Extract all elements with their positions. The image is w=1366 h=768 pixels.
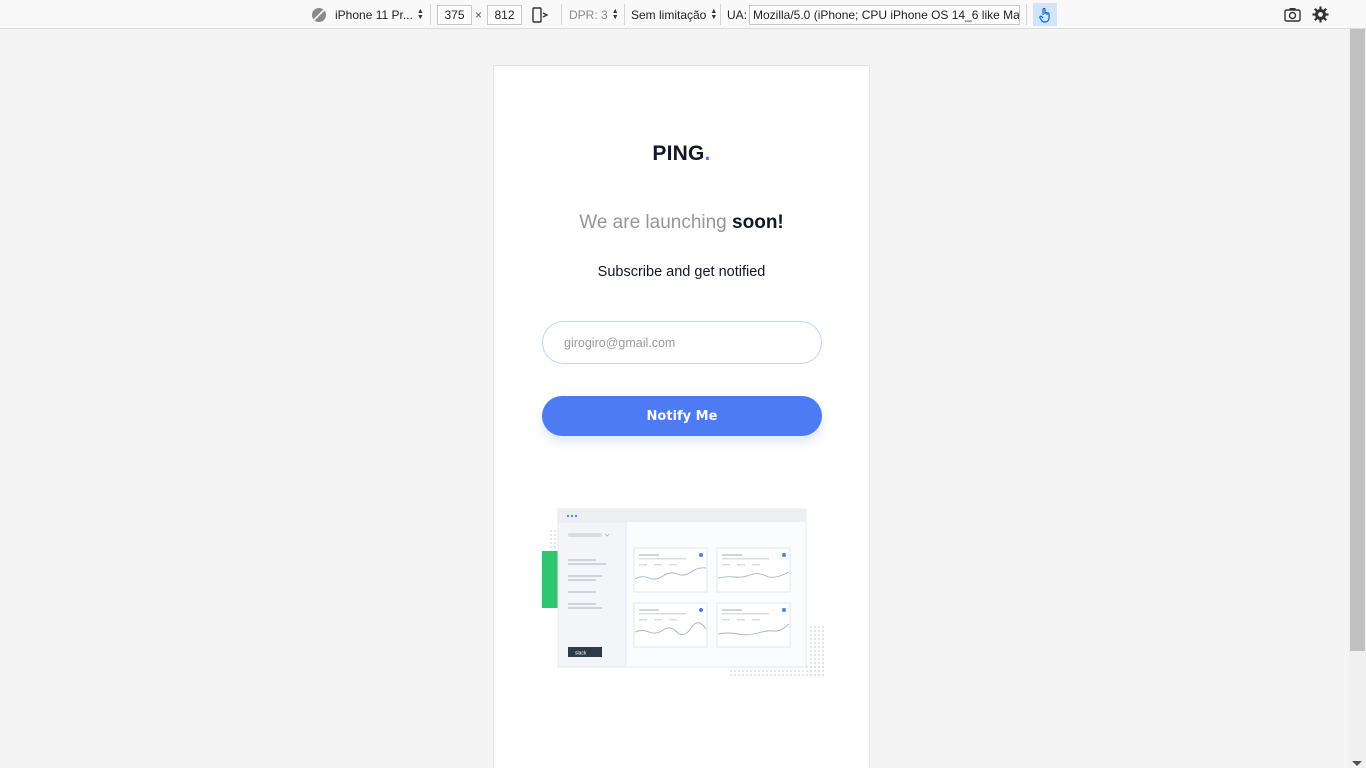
selector-arrows-icon: ▲ ▼ — [611, 7, 619, 21]
slack-brand-text: slack — [575, 651, 587, 657]
scroll-down-arrow-icon[interactable] — [1352, 761, 1362, 766]
headline-light: We are launching — [579, 212, 733, 233]
throttle-selector[interactable]: Sem limitação ▲ ▼ — [631, 0, 717, 29]
rotate-device-icon[interactable] — [530, 0, 550, 29]
card-3 — [633, 602, 708, 648]
user-agent-input[interactable]: Mozilla/5.0 (iPhone; CPU iPhone OS 14_6 … — [749, 4, 1020, 25]
email-input[interactable] — [542, 321, 822, 364]
notify-me-button[interactable]: Notify Me — [542, 396, 822, 436]
no-touch-icon[interactable] — [310, 0, 328, 29]
card-1 — [633, 547, 708, 593]
settings-gear-icon[interactable] — [1310, 0, 1330, 29]
dashboard-illustration: slack — [542, 508, 824, 678]
times-sign: × — [475, 7, 483, 22]
device-selector[interactable]: iPhone 11 Pr... ▲ ▼ — [335, 0, 424, 29]
device-name: iPhone 11 Pr... — [335, 7, 413, 22]
card-4 — [716, 602, 791, 648]
dpr-selector[interactable]: DPR: 3 ▲ ▼ — [569, 0, 619, 29]
touch-simulation-icon[interactable] — [1033, 3, 1057, 26]
vertical-scrollbar[interactable] — [1349, 29, 1366, 768]
scrollbar-thumb[interactable] — [1350, 29, 1365, 651]
ping-logo: PING. — [494, 142, 869, 166]
logo-dot: . — [704, 142, 711, 165]
width-input[interactable]: 375 — [437, 4, 472, 25]
subtitle: Subscribe and get notified — [597, 264, 766, 280]
selector-arrows-icon: ▲ ▼ — [416, 7, 424, 21]
dpr-label: DPR: 3 — [569, 7, 608, 22]
headline-bold: soon! — [732, 212, 784, 233]
logo-text: PING — [652, 142, 705, 165]
responsive-toolbar: iPhone 11 Pr... ▲ ▼ 375 × 812 DPR: 3 ▲ ▼ S… — [0, 0, 1366, 29]
green-accent-bar — [542, 551, 558, 608]
device-viewport: PING. We are launching soon! Subscribe a… — [493, 65, 870, 768]
card-2 — [716, 547, 791, 593]
ua-label: UA: — [727, 7, 748, 22]
headline: We are launching soon! — [494, 212, 869, 234]
throttle-label: Sem limitação — [631, 7, 707, 22]
height-input[interactable]: 812 — [487, 4, 522, 25]
selector-arrows-icon: ▲ ▼ — [710, 7, 718, 21]
screenshot-icon[interactable] — [1282, 0, 1302, 29]
